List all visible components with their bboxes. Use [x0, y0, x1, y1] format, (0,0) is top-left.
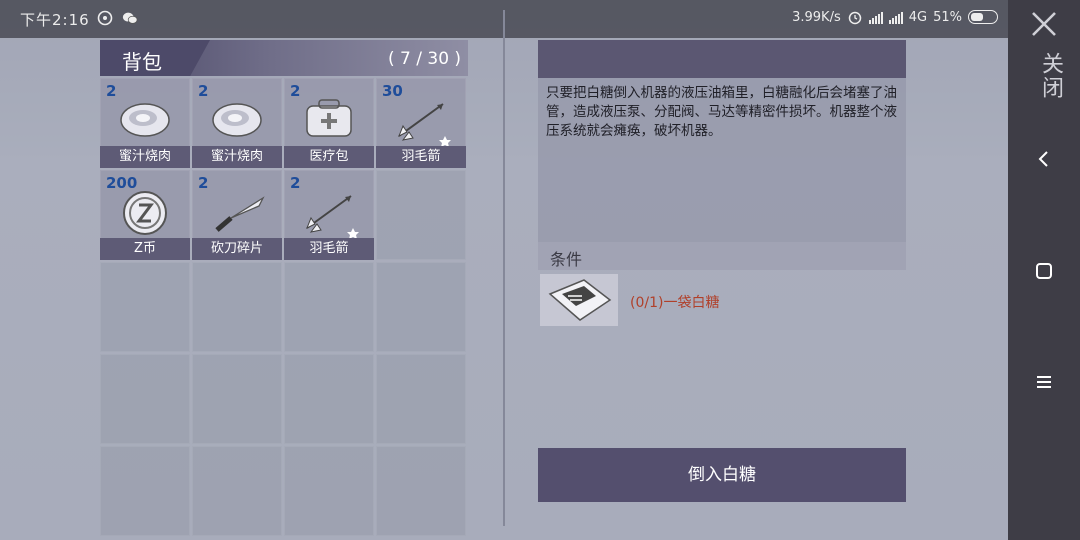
empty-slot[interactable]: [192, 446, 282, 536]
meat-icon: [212, 103, 262, 137]
item-quantity: 2: [198, 82, 209, 100]
close-label[interactable]: 关闭: [1034, 52, 1066, 100]
item-name: 蜜汁烧肉: [100, 146, 190, 168]
battery-icon: [968, 10, 998, 24]
empty-slot[interactable]: [192, 354, 282, 444]
sugar-bag-icon: [540, 274, 618, 326]
home-icon[interactable]: [1032, 259, 1056, 283]
alarm-icon: [848, 11, 861, 25]
network-type: 4G: [908, 9, 928, 25]
item-name: 蜜汁烧肉: [192, 146, 282, 168]
network-speed: 3.99K/s: [792, 9, 841, 25]
inventory-slot[interactable]: 2 砍刀碎片: [192, 170, 282, 260]
pour-sugar-button[interactable]: 倒入白糖: [538, 448, 906, 502]
medkit-icon: [306, 99, 352, 137]
back-icon[interactable]: [1032, 147, 1056, 171]
center-divider: [503, 10, 505, 526]
empty-slot[interactable]: [284, 354, 374, 444]
inventory-slot[interactable]: 2 蜜汁烧肉: [192, 78, 282, 168]
menu-icon[interactable]: [1032, 370, 1056, 394]
condition-header: [538, 242, 906, 270]
item-quantity: 2: [290, 174, 301, 192]
item-quantity: 2: [106, 82, 117, 100]
machete-icon: [215, 196, 265, 232]
empty-slot[interactable]: [192, 262, 282, 352]
clock: 下午2:16: [20, 11, 90, 29]
item-name: 羽毛箭: [284, 238, 374, 260]
condition-title: 条件: [550, 250, 583, 269]
meat-icon: [120, 103, 170, 137]
inventory-slot[interactable]: 2 羽毛箭: [284, 170, 374, 260]
condition-requirement: (0/1)一袋白糖: [630, 295, 720, 311]
close-icon[interactable]: [1030, 10, 1058, 38]
empty-slot[interactable]: [100, 262, 190, 352]
bag-title: 背包: [122, 50, 162, 74]
inventory-slot[interactable]: 200 Z币: [100, 170, 190, 260]
inventory-slot[interactable]: 2 医疗包: [284, 78, 374, 168]
empty-slot[interactable]: [376, 262, 466, 352]
side-nav-bar: 关闭: [1008, 0, 1080, 540]
signal-icon-2: [888, 10, 903, 24]
signal-icon: [868, 10, 883, 24]
empty-slot[interactable]: [100, 446, 190, 536]
coin-icon: [123, 191, 167, 235]
item-name: 砍刀碎片: [192, 238, 282, 260]
empty-slot[interactable]: [284, 446, 374, 536]
item-name: Z币: [100, 238, 190, 260]
item-quantity: 2: [198, 174, 209, 192]
wechat-icon: [122, 12, 138, 24]
arrow-icon: [398, 103, 451, 146]
item-name: 医疗包: [284, 146, 374, 168]
item-quantity: 2: [290, 82, 301, 100]
empty-slot[interactable]: [376, 446, 466, 536]
inventory-slot[interactable]: 30 羽毛箭: [376, 78, 466, 168]
inventory-slot[interactable]: 2 蜜汁烧肉: [100, 78, 190, 168]
empty-slot[interactable]: [284, 262, 374, 352]
item-description: 只要把白糖倒入机器的液压油箱里，白糖融化后会堵塞了油管，造成液压泵、分配阀、马达…: [546, 85, 897, 139]
status-indicators: 3.99K/s 4G 51%: [792, 9, 998, 25]
detail-header: [538, 40, 906, 78]
arrow-icon: [306, 195, 359, 238]
inventory-grid: 2 蜜汁烧肉 2 蜜汁烧肉 2 医疗包 30 羽毛箭 200 Z币 2 砍刀碎片…: [100, 78, 468, 536]
empty-slot[interactable]: [376, 170, 466, 260]
empty-slot[interactable]: [100, 354, 190, 444]
item-name: 羽毛箭: [376, 146, 466, 168]
bag-capacity: ( 7 / 30 ): [388, 49, 462, 69]
battery-percent: 51%: [933, 9, 962, 25]
empty-slot[interactable]: [376, 354, 466, 444]
app-notification-icon: [97, 10, 113, 26]
